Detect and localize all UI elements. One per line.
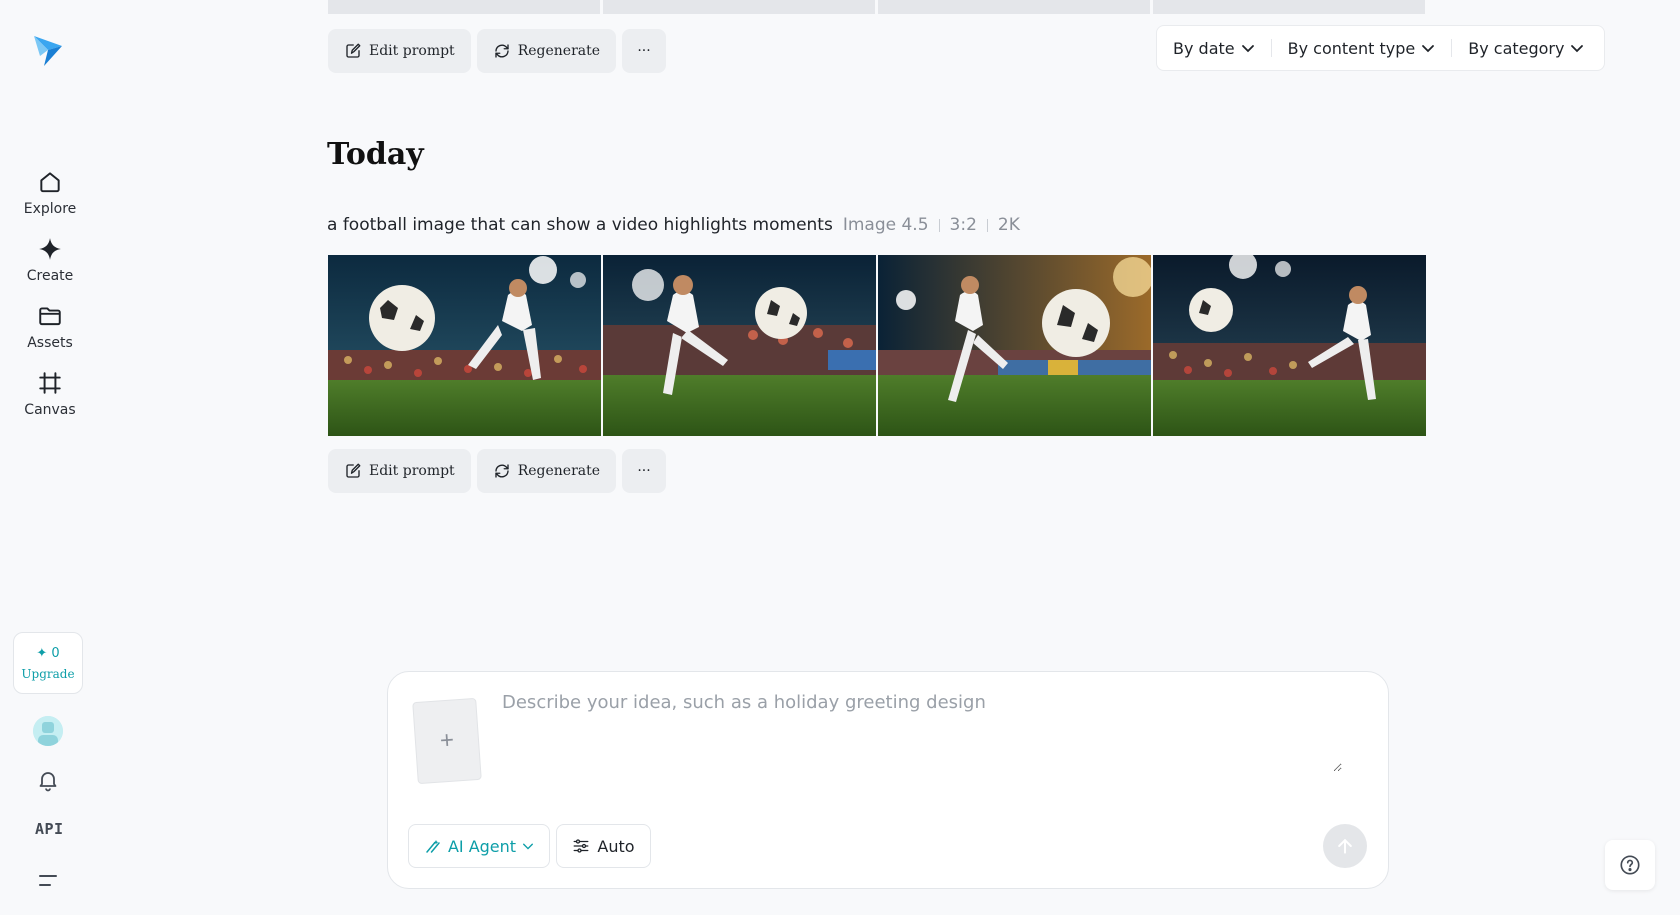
- notification-bell-icon[interactable]: [36, 768, 60, 792]
- question-icon: [1620, 855, 1640, 875]
- nav-create-label: Create: [26, 268, 74, 284]
- generated-image-1[interactable]: [328, 255, 601, 436]
- divider: [938, 218, 940, 232]
- sidebar: Explore Create Assets Canvas ✦ 0 Upgrade: [0, 0, 100, 915]
- generation-info: a football image that can show a video h…: [327, 215, 1020, 235]
- refresh-icon: [495, 44, 509, 58]
- refresh-icon: [495, 464, 509, 478]
- edit-icon: [346, 43, 361, 58]
- nav-explore-label: Explore: [23, 201, 77, 217]
- nav-canvas-label: Canvas: [24, 402, 76, 418]
- filter-by-date[interactable]: By date: [1173, 39, 1255, 58]
- canvas-icon: [39, 372, 61, 394]
- generated-image-3[interactable]: [878, 255, 1151, 436]
- more-options-button[interactable]: ···: [622, 29, 667, 73]
- credits-count: ✦ 0: [36, 645, 60, 661]
- more-options-button[interactable]: ···: [622, 449, 667, 493]
- folder-icon: [39, 307, 61, 326]
- previous-actions: Edit prompt Regenerate ···: [328, 29, 667, 73]
- upgrade-button[interactable]: ✦ 0 Upgrade: [13, 632, 83, 694]
- generated-image-2[interactable]: [603, 255, 876, 436]
- generation-model: Image 4.5: [842, 215, 929, 235]
- prompt-composer: + AI Agent Auto: [387, 671, 1389, 889]
- generated-image-4[interactable]: [1153, 255, 1426, 436]
- generated-images: [328, 255, 1426, 436]
- sparkle-icon: [39, 238, 61, 260]
- app-logo-icon[interactable]: [30, 32, 66, 68]
- section-title: Today: [327, 137, 424, 172]
- sliders-icon: [573, 839, 589, 853]
- ai-agent-selector[interactable]: AI Agent: [408, 824, 550, 868]
- divider: [1451, 39, 1453, 57]
- help-button[interactable]: [1605, 840, 1655, 890]
- generation-ratio: 3:2: [949, 215, 977, 235]
- arrow-up-icon: [1338, 839, 1352, 854]
- previous-image[interactable]: [603, 0, 875, 14]
- chevron-down-icon: [1571, 45, 1584, 53]
- home-icon: [40, 172, 60, 193]
- previous-images-strip: [328, 0, 1425, 14]
- previous-image[interactable]: [878, 0, 1150, 14]
- plus-icon: +: [439, 726, 455, 755]
- send-button[interactable]: [1323, 824, 1367, 868]
- nav-assets-label: Assets: [27, 335, 73, 351]
- divider: [986, 218, 988, 232]
- generation-prompt[interactable]: a football image that can show a video h…: [327, 215, 833, 235]
- previous-image[interactable]: [1153, 0, 1425, 14]
- upgrade-label: Upgrade: [21, 666, 75, 681]
- nav-create[interactable]: Create: [10, 230, 90, 290]
- filter-by-category[interactable]: By category: [1468, 39, 1584, 58]
- edit-prompt-button[interactable]: Edit prompt: [328, 29, 471, 73]
- nav-canvas[interactable]: Canvas: [10, 364, 90, 424]
- avatar[interactable]: [33, 716, 63, 746]
- edit-prompt-button[interactable]: Edit prompt: [328, 449, 471, 493]
- credit-sparkle-icon: ✦: [36, 645, 48, 661]
- filter-bar: By date By content type By category: [1156, 25, 1605, 71]
- filter-by-content-type[interactable]: By content type: [1288, 39, 1436, 58]
- edit-icon: [346, 463, 361, 478]
- nav-explore[interactable]: Explore: [10, 163, 90, 223]
- nav-assets[interactable]: Assets: [10, 297, 90, 357]
- chevron-down-icon: [523, 843, 534, 850]
- generation-actions: Edit prompt Regenerate ···: [328, 449, 667, 493]
- chevron-down-icon: [1241, 45, 1254, 53]
- upload-reference-button[interactable]: +: [412, 697, 482, 785]
- divider: [1270, 39, 1272, 57]
- settings-auto-button[interactable]: Auto: [556, 824, 651, 868]
- generation-resolution: 2K: [997, 215, 1020, 235]
- chevron-down-icon: [1422, 45, 1435, 53]
- agent-icon: [426, 840, 440, 853]
- previous-image[interactable]: [328, 0, 600, 14]
- api-link[interactable]: API: [35, 820, 64, 838]
- menu-icon[interactable]: [37, 872, 59, 890]
- more-icon: ···: [637, 43, 651, 59]
- regenerate-button[interactable]: Regenerate: [476, 449, 617, 493]
- regenerate-button[interactable]: Regenerate: [476, 29, 617, 73]
- more-icon: ···: [637, 463, 651, 479]
- prompt-input[interactable]: [502, 692, 1342, 772]
